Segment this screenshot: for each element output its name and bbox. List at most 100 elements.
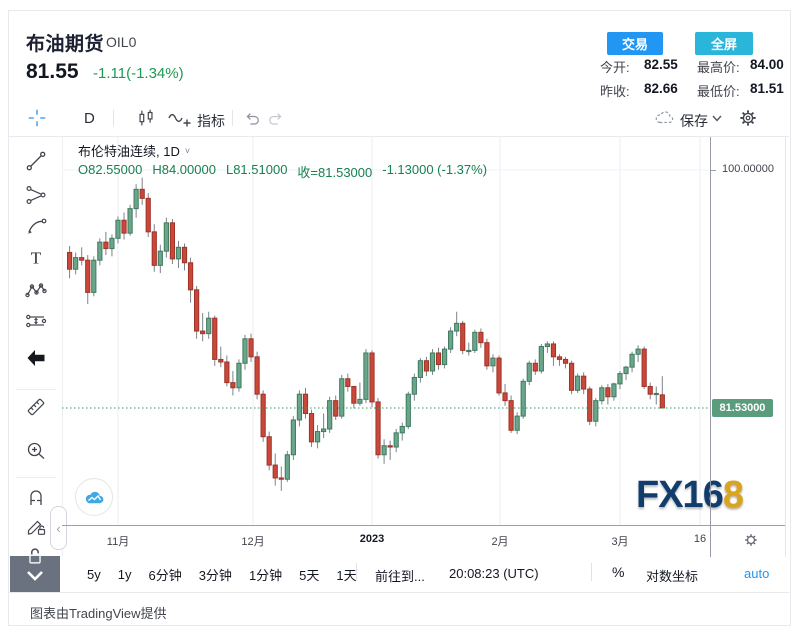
redo-button[interactable]	[262, 105, 290, 133]
stat-prevclose-label: 昨收:	[600, 81, 630, 100]
save-cloud[interactable]	[650, 104, 678, 132]
candle	[551, 341, 555, 365]
save-button[interactable]: 保存	[680, 111, 708, 131]
toolbar-separator	[113, 110, 114, 126]
candle	[406, 392, 410, 429]
hide-toolbar-button[interactable]	[10, 556, 60, 592]
time-tick: 2月	[491, 533, 508, 549]
time-tick: 3月	[611, 533, 628, 549]
price-change: -1.11(-1.34%)	[93, 65, 184, 82]
fullscreen-button[interactable]: 全屏	[695, 32, 753, 55]
fx168-watermark-gold: 8	[723, 474, 743, 516]
left-toolbar-separator	[16, 389, 56, 390]
candle	[267, 432, 271, 471]
candle	[461, 321, 465, 355]
range-button-5y[interactable]: 5y	[84, 565, 104, 584]
last-price: 81.55	[26, 60, 79, 84]
text-tool[interactable]: T	[22, 244, 50, 272]
undo-icon	[242, 109, 262, 129]
candle	[442, 347, 446, 369]
candle	[104, 232, 108, 255]
candle	[449, 327, 453, 353]
range-button-3分钟[interactable]: 3分钟	[196, 563, 235, 586]
indicators-button[interactable]	[164, 104, 194, 132]
measure-tool[interactable]	[22, 393, 50, 421]
range-button-5天[interactable]: 5天	[296, 563, 322, 586]
axis-settings-button[interactable]	[742, 531, 760, 549]
candle	[322, 414, 326, 438]
candle	[110, 234, 114, 256]
goto-date-button[interactable]: 前往到...	[375, 566, 425, 585]
price-axis-border	[710, 137, 711, 557]
candle	[164, 218, 168, 258]
footer-divider	[9, 592, 789, 593]
trend-line-tool[interactable]	[22, 147, 50, 175]
range-button-6分钟[interactable]: 6分钟	[145, 563, 184, 586]
candle	[642, 347, 646, 390]
crosshair-icon	[26, 107, 48, 129]
candle	[539, 344, 543, 374]
save-menu-button[interactable]	[712, 115, 722, 122]
legend-open: O82.55000	[78, 162, 142, 181]
symbol-code: OIL0	[106, 34, 136, 50]
candle	[594, 398, 598, 426]
trend-line-icon	[24, 149, 48, 173]
price-tick-mark	[710, 170, 716, 171]
candle	[654, 386, 658, 404]
fib-tool[interactable]	[22, 181, 50, 209]
candle	[219, 347, 223, 368]
log-scale-button[interactable]: 对数坐标	[646, 566, 698, 585]
candle	[188, 258, 192, 303]
auto-scale-button[interactable]: auto	[744, 566, 769, 581]
candle	[237, 359, 241, 391]
candlestick-chart[interactable]	[62, 137, 710, 525]
time-tick: 12月	[241, 533, 264, 549]
brush-tool[interactable]	[22, 212, 50, 240]
left-toolbar-separator	[16, 477, 56, 478]
arrow-back-button[interactable]	[22, 344, 50, 372]
candle	[636, 345, 640, 362]
range-button-1y[interactable]: 1y	[115, 565, 135, 584]
candle	[309, 410, 313, 447]
fx168-watermark: FX168	[636, 474, 743, 517]
projection-tool[interactable]	[22, 307, 50, 335]
trade-button[interactable]: 交易	[607, 32, 663, 55]
candle	[122, 213, 126, 240]
candle	[182, 243, 186, 270]
pattern-tool[interactable]	[22, 276, 50, 304]
settings-button[interactable]	[734, 104, 762, 132]
crosshair-tool-button[interactable]	[23, 104, 51, 132]
range-button-1分钟[interactable]: 1分钟	[246, 563, 285, 586]
series-menu-chevron[interactable]: ˅	[185, 146, 190, 156]
candle	[418, 358, 422, 382]
clock-display[interactable]: 20:08:23 (UTC)	[449, 566, 539, 581]
candle	[527, 361, 531, 385]
interval-button[interactable]: D	[84, 110, 95, 127]
candle	[533, 359, 537, 374]
candle	[346, 374, 350, 392]
percent-scale-button[interactable]: %	[612, 564, 624, 580]
candle	[455, 312, 459, 336]
provider-logo[interactable]	[75, 478, 113, 516]
magnet-icon	[24, 485, 48, 509]
candle	[352, 386, 356, 408]
candle	[340, 375, 344, 419]
zoom-in-tool[interactable]	[22, 437, 50, 465]
candle	[588, 386, 592, 425]
chart-style-button[interactable]	[132, 104, 160, 132]
candle	[370, 350, 374, 407]
candle	[201, 313, 205, 341]
candlestick-style-icon	[135, 107, 157, 129]
candle	[261, 390, 265, 442]
candle	[557, 354, 561, 366]
magnet-tool[interactable]	[22, 483, 50, 511]
redo-icon	[266, 109, 286, 129]
candle	[624, 366, 628, 380]
indicators-label[interactable]: 指标	[197, 111, 225, 131]
candle	[388, 441, 392, 460]
candle	[479, 328, 483, 347]
time-axis[interactable]: 11月12月20232月3月16	[0, 525, 799, 557]
candle	[170, 219, 174, 264]
candle	[606, 384, 610, 405]
candle	[86, 255, 90, 304]
